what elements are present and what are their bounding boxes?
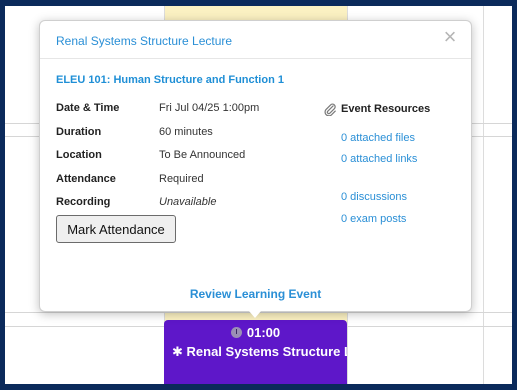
event-resources-title: Event Resources bbox=[341, 103, 431, 115]
column-divider bbox=[483, 6, 484, 384]
recording-label: Recording bbox=[56, 196, 111, 208]
date-time-value: Fri Jul 04/25 1:00pm bbox=[159, 102, 260, 114]
close-button[interactable]: × bbox=[441, 26, 459, 48]
event-time-row: 01:00 bbox=[164, 321, 347, 343]
location-value: To Be Announced bbox=[159, 149, 246, 161]
attendance-label: Attendance bbox=[56, 173, 116, 185]
paperclip-icon bbox=[324, 103, 336, 116]
course-link[interactable]: ELEU 101: Human Structure and Function 1 bbox=[56, 74, 284, 86]
location-label: Location bbox=[56, 149, 102, 161]
event-title: ✱ Renal Systems Structure Lecture bbox=[172, 344, 347, 359]
review-learning-event-link[interactable]: Review Learning Event bbox=[40, 287, 471, 301]
event-time: 01:00 bbox=[246, 324, 281, 340]
mark-attendance-button[interactable]: Mark Attendance bbox=[56, 215, 176, 243]
popover-title: Renal Systems Structure Lecture bbox=[56, 34, 233, 48]
recording-value: Unavailable bbox=[159, 196, 217, 208]
popover-arrow bbox=[249, 311, 261, 318]
duration-value: 60 minutes bbox=[159, 126, 213, 138]
date-time-label: Date & Time bbox=[56, 102, 120, 114]
discussions-link[interactable]: 0 discussions bbox=[341, 191, 407, 203]
attached-links-link[interactable]: 0 attached links bbox=[341, 153, 417, 165]
exam-posts-link[interactable]: 0 exam posts bbox=[341, 213, 406, 225]
calendar-event-block[interactable]: 01:00 ✱ Renal Systems Structure Lecture bbox=[164, 320, 347, 384]
window-frame: 01:00 ✱ Renal Systems Structure Lecture … bbox=[0, 0, 517, 390]
event-popover: Renal Systems Structure Lecture × ELEU 1… bbox=[39, 20, 472, 318]
popover-header: Renal Systems Structure Lecture × bbox=[40, 21, 471, 59]
clock-icon bbox=[230, 326, 242, 338]
calendar-view: 01:00 ✱ Renal Systems Structure Lecture … bbox=[5, 6, 512, 384]
attendance-value: Required bbox=[159, 173, 204, 185]
event-resources-heading: Event Resources bbox=[323, 102, 430, 116]
duration-label: Duration bbox=[56, 126, 102, 138]
attached-files-link[interactable]: 0 attached files bbox=[341, 132, 415, 144]
